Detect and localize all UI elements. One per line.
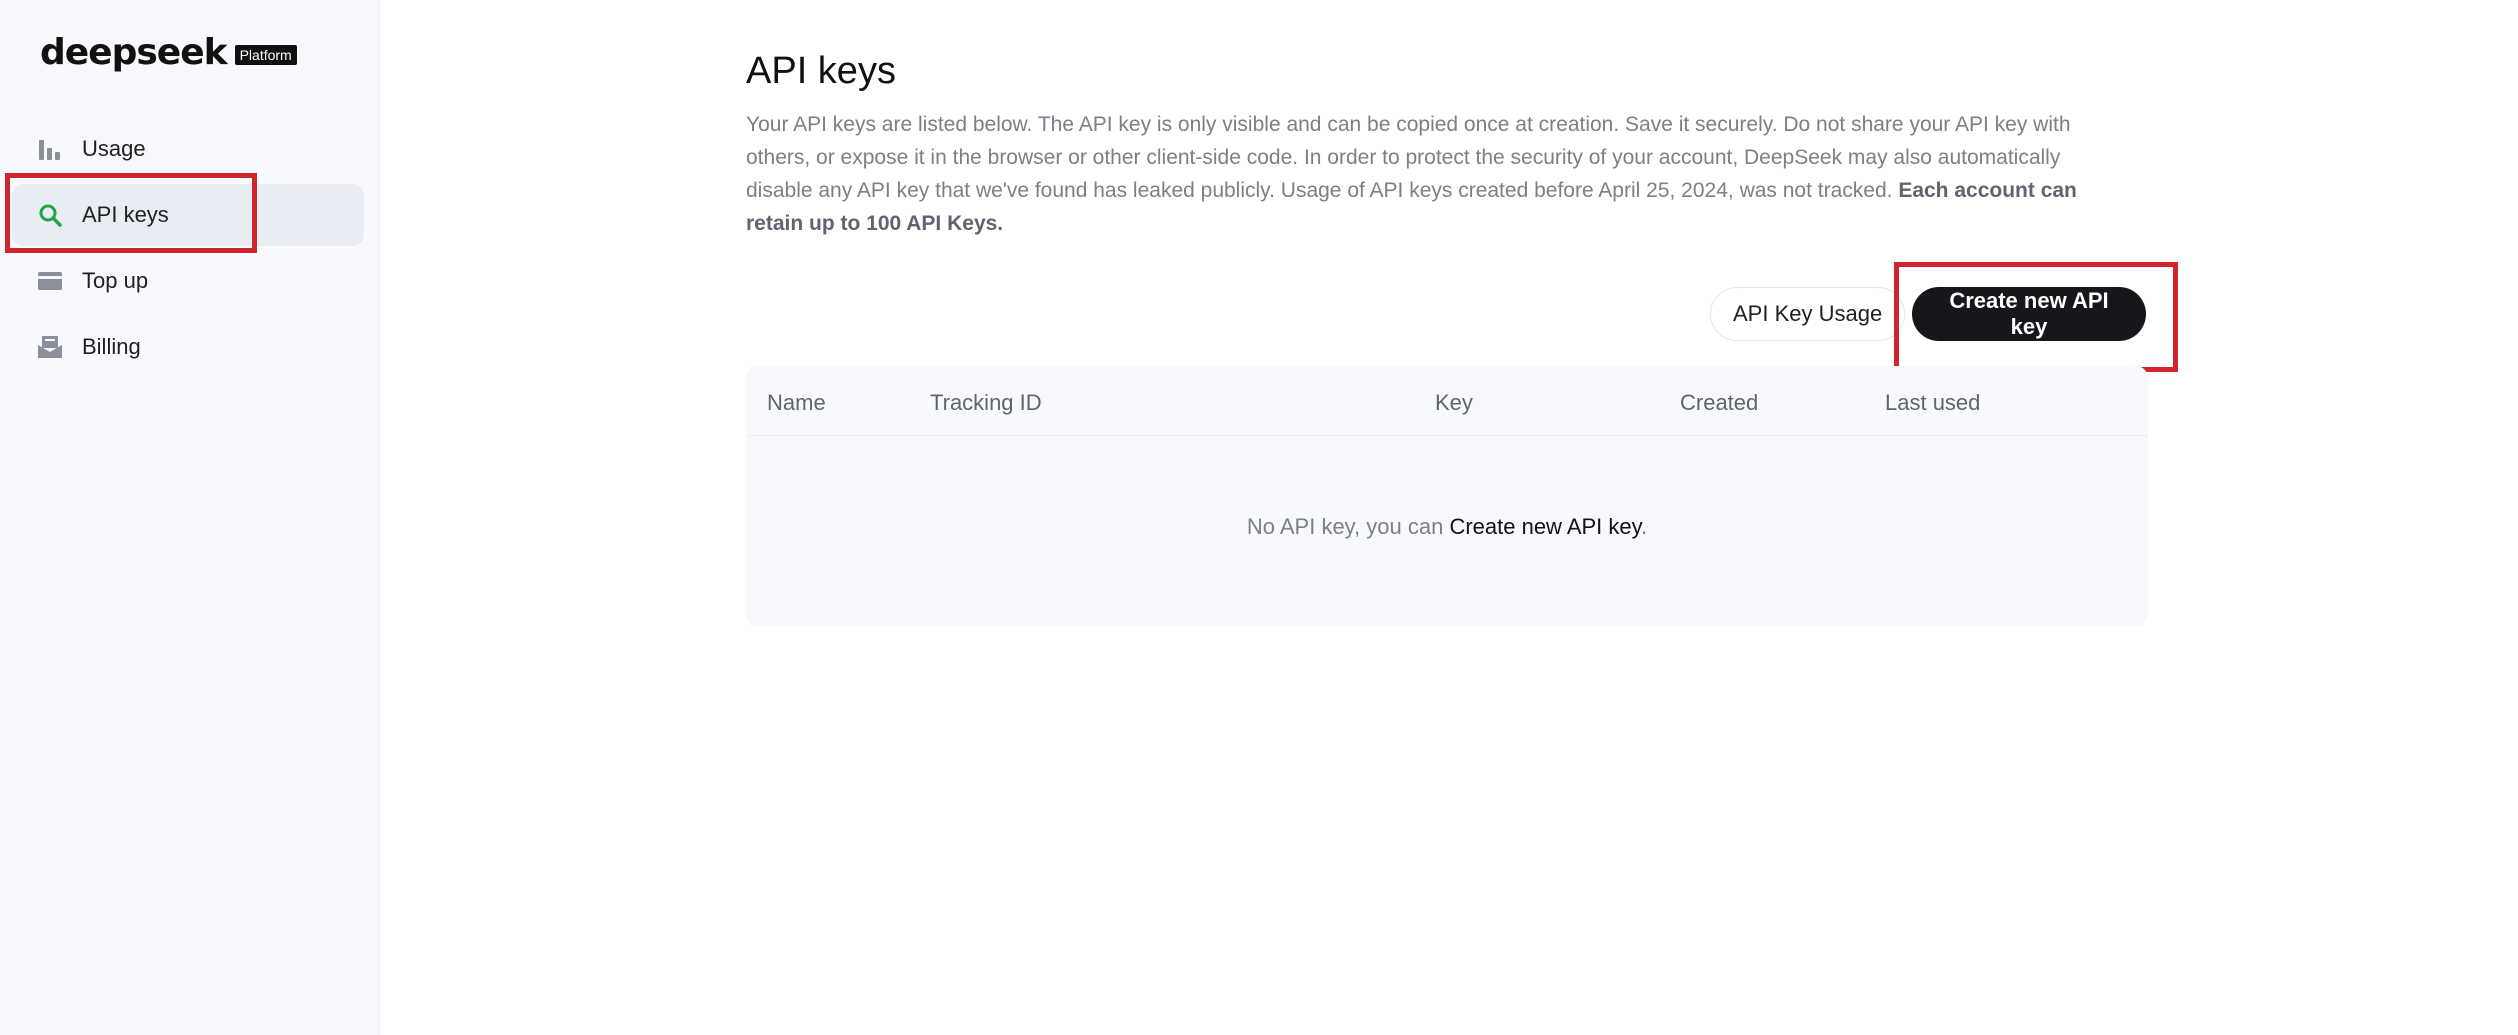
card-icon [36, 267, 64, 295]
empty-state-suffix: . [1641, 514, 1648, 539]
empty-state: No API key, you can Create new API key. [746, 514, 2148, 540]
sidebar-item-label: Usage [82, 136, 146, 161]
page-title: API keys [746, 50, 896, 92]
description-text: Your API keys are listed below. The API … [746, 113, 2071, 202]
empty-state-create-link[interactable]: Create new API key [1449, 514, 1641, 539]
search-key-icon [36, 201, 64, 229]
empty-state-text: No API key, you can [1246, 514, 1450, 539]
sidebar-nav: Usage API keys Top up Billing [12, 118, 364, 382]
column-header-key[interactable]: Key [1435, 390, 1473, 416]
table-header: Name Tracking ID Key Created Last used [746, 366, 2148, 436]
sidebar-item-label: API keys [82, 202, 169, 227]
sidebar: deepseek Platform Usage API keys Top up … [0, 0, 380, 1035]
create-api-key-button[interactable]: Create new API key [1912, 287, 2146, 341]
sidebar-item-label: Top up [82, 268, 149, 293]
column-header-tracking-id[interactable]: Tracking ID [930, 390, 1042, 416]
column-header-name[interactable]: Name [767, 390, 826, 416]
page-description: Your API keys are listed below. The API … [746, 108, 2116, 240]
sidebar-item-billing[interactable]: Billing [12, 316, 364, 378]
sidebar-item-usage[interactable]: Usage [12, 118, 364, 180]
column-header-created[interactable]: Created [1680, 390, 1758, 416]
logo-text: deepseek [40, 32, 228, 73]
logo[interactable]: deepseek Platform [40, 32, 297, 73]
sidebar-item-top-up[interactable]: Top up [12, 250, 364, 312]
billing-icon [36, 333, 64, 361]
sidebar-item-api-keys[interactable]: API keys [12, 184, 364, 246]
column-header-last-used[interactable]: Last used [1885, 390, 1980, 416]
sidebar-item-label: Billing [82, 334, 141, 359]
api-keys-table: Name Tracking ID Key Created Last used N… [746, 366, 2148, 626]
platform-badge: Platform [234, 44, 297, 65]
api-key-usage-button[interactable]: API Key Usage [1710, 287, 1906, 341]
bar-chart-icon [36, 135, 64, 163]
